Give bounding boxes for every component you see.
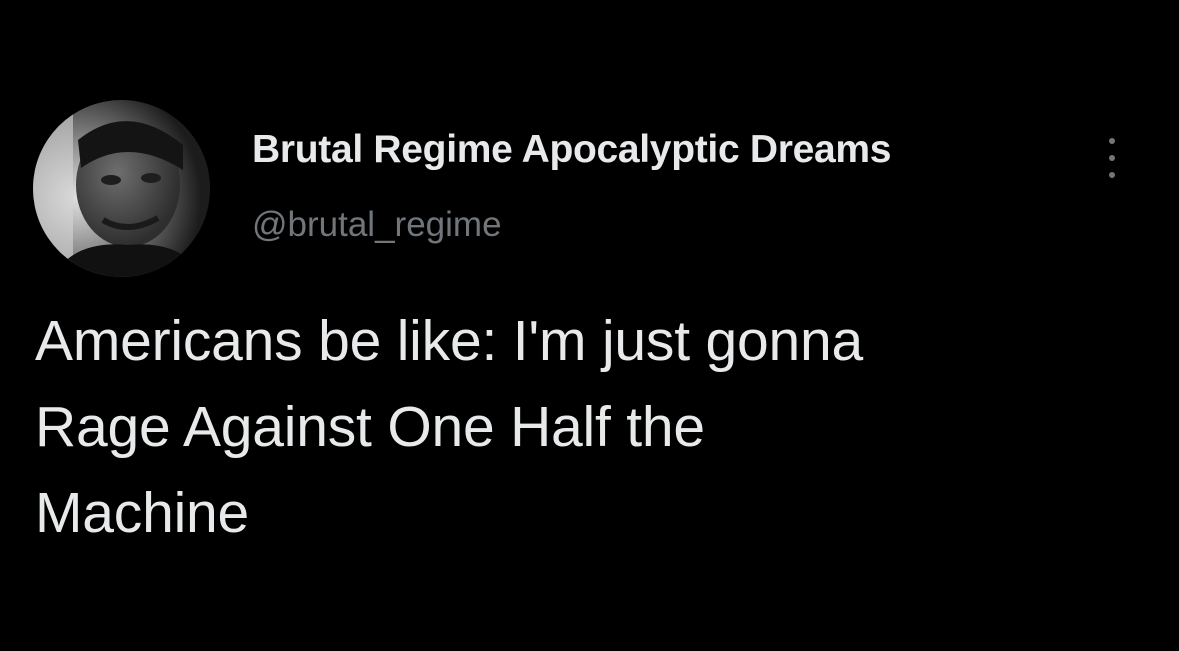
author-handle[interactable]: @brutal_regime xyxy=(252,205,502,245)
tweet-text-line: Machine xyxy=(35,481,250,545)
more-options-button[interactable] xyxy=(1100,138,1124,178)
ellipsis-dot xyxy=(1109,155,1115,161)
ellipsis-dot xyxy=(1109,172,1115,178)
tweet-text: Americans be like: I'm just gonna Rage A… xyxy=(35,298,1135,556)
tweet: Brutal Regime Apocalyptic Dreams @brutal… xyxy=(0,0,1179,651)
profile-photo-icon xyxy=(33,100,210,277)
vertical-ellipsis-icon xyxy=(1109,138,1115,144)
tweet-text-line: Rage Against One Half the xyxy=(35,395,705,459)
avatar[interactable] xyxy=(33,100,210,277)
author-display-name[interactable]: Brutal Regime Apocalyptic Dreams xyxy=(252,128,891,172)
tweet-text-line: Americans be like: I'm just gonna xyxy=(35,309,863,373)
